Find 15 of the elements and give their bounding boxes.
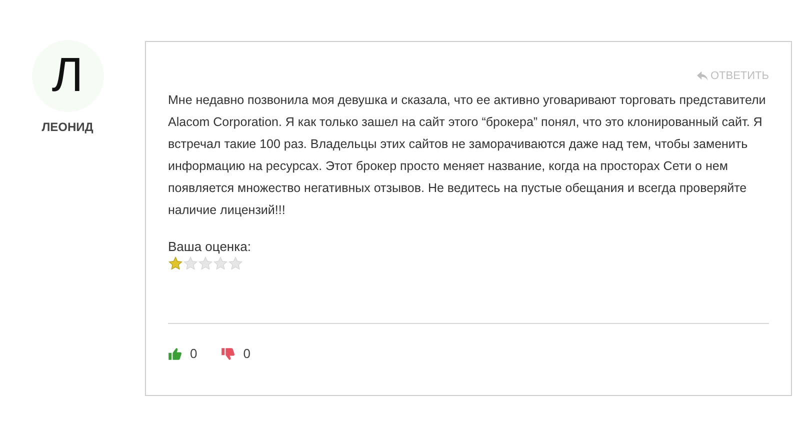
dislike-count: 0 (243, 345, 250, 363)
reply-icon (697, 71, 708, 82)
star-icon[interactable] (198, 256, 213, 271)
avatar: Л (32, 40, 104, 112)
thumbs-down-icon[interactable] (221, 346, 236, 361)
author-name: ЛЕОНИД (42, 119, 94, 136)
star-icon[interactable] (183, 256, 198, 271)
thumbs-up-icon[interactable] (168, 346, 182, 361)
like-count: 0 (190, 345, 198, 363)
reply-button[interactable]: ОТВЕТИТЬ (697, 68, 769, 84)
comment-text: Мне недавно позвонила моя девушка и сказала, что ее активно уговаривают торговать представители Alacom Corporation. Я как только зашел на сайт этого “брокера” понял, что это клонированный сайт. Я встречал такие 100 раз. Владельцы этих сайтов не заморачиваются даже над тем, чтобы заменить информацию на ресурсах. Этот брокер просто меняет название, когда на просторах Сети о нем появляется множество негативных отзывов. Не ведитесь на пустые обещания и всегда проверяйте наличие лицензий!!! (168, 92, 767, 218)
star-icon[interactable] (213, 256, 228, 271)
star-icon[interactable] (228, 256, 243, 271)
rating-label: Ваша оценка: (168, 238, 252, 256)
star-icon[interactable] (168, 256, 183, 271)
